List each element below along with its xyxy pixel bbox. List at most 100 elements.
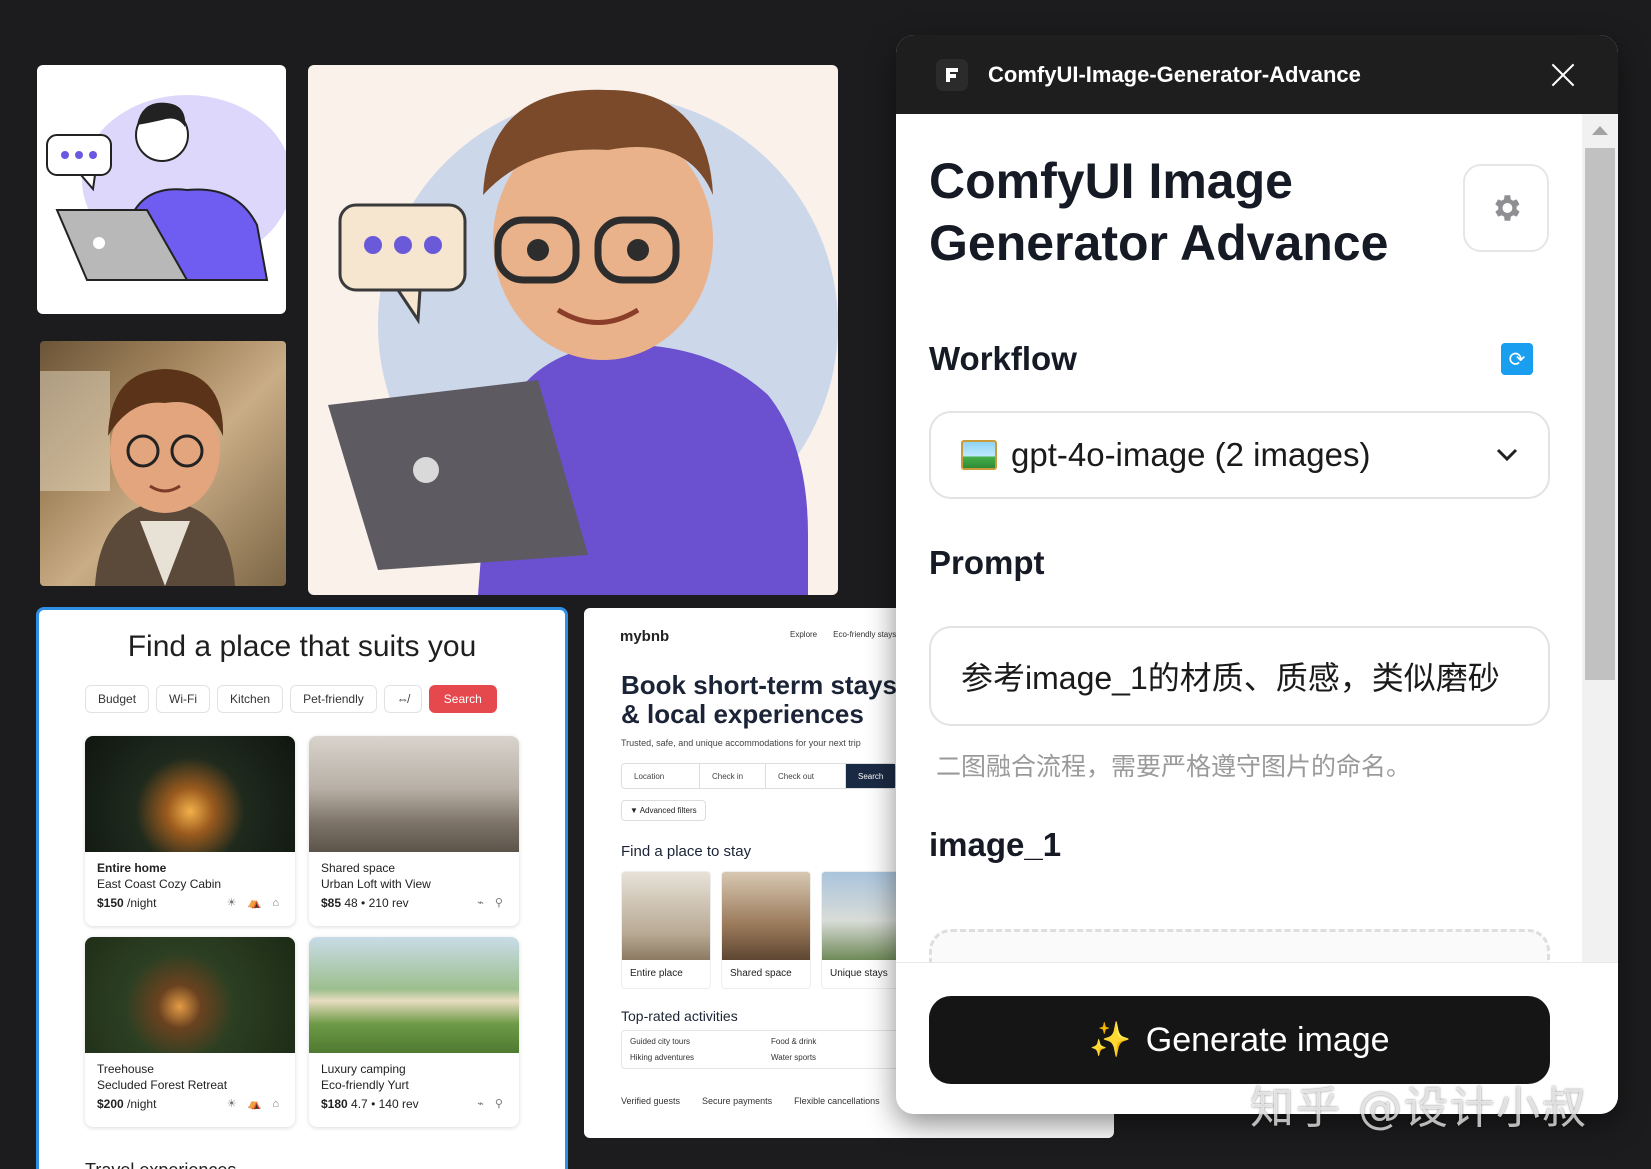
scroll-thumb[interactable] xyxy=(1585,148,1615,680)
chip-wifi[interactable]: Wi-Fi xyxy=(156,685,211,713)
listing-type: Luxury camping xyxy=(321,1062,406,1076)
listing-price: $85 xyxy=(321,896,342,910)
mybnb-headline: Book short-term stays & local experience… xyxy=(621,670,897,729)
image1-dropzone[interactable] xyxy=(929,929,1550,962)
advanced-filters-button[interactable]: ▼ Advanced filters xyxy=(621,800,706,821)
listing-name: East Coast Cozy Cabin xyxy=(97,877,222,891)
illustration-photo-thumbnail xyxy=(40,341,286,586)
trust-verified: Verified guests xyxy=(621,1096,681,1106)
mybnb-nav: Explore Eco-friendly stays xyxy=(790,630,896,639)
panel-header: ComfyUI-Image-Generator-Advance xyxy=(896,35,1618,114)
prompt-input[interactable]: 参考image_1的材质、质感，类似磨砂 xyxy=(929,626,1550,726)
prompt-hint: 二图融合流程，需要严格遵守图片的命名。 xyxy=(936,753,1412,781)
find-place-title: Find a place that suits you xyxy=(127,630,477,663)
listing-image xyxy=(85,736,295,852)
listing-price: $150 xyxy=(97,896,124,910)
find-search-button[interactable]: Search xyxy=(428,685,497,713)
listing-price: $200 xyxy=(97,1097,124,1111)
chip-kitchen[interactable]: Kitchen xyxy=(217,685,284,713)
close-icon[interactable] xyxy=(1548,60,1578,90)
panel-body: ComfyUI Image Generator Advance Workflow… xyxy=(896,114,1582,962)
illustration-3d-hero xyxy=(308,65,838,595)
comfyui-logo-icon xyxy=(936,58,968,91)
listing-unit: /night xyxy=(127,1097,157,1111)
mybnb-logo: mybnb xyxy=(620,628,670,645)
travel-experiences-heading: Travel experiences xyxy=(85,1160,236,1169)
listing-image xyxy=(309,736,519,852)
scroll-up-arrow-icon[interactable] xyxy=(1592,126,1608,135)
chip-swap-icon[interactable]: ⇎ xyxy=(383,685,422,713)
check-out-field[interactable]: Check out xyxy=(766,764,846,788)
category-card[interactable]: Entire place xyxy=(621,871,711,989)
filter-chips: Budget Wi-Fi Kitchen Pet-friendly ⇎ Sear… xyxy=(85,685,497,713)
workflow-label: Workflow xyxy=(929,340,1077,377)
page-title: ComfyUI Image Generator Advance xyxy=(929,153,1389,271)
comfyui-panel: ComfyUI-Image-Generator-Advance ComfyUI … xyxy=(896,35,1618,1114)
listing-amenities: ☀ ⛺ ⌂ xyxy=(226,1098,283,1110)
listing-card[interactable]: Entire home East Coast Cozy Cabin $150 /… xyxy=(85,736,295,926)
listing-name: Eco-friendly Yurt xyxy=(321,1078,409,1092)
activities-list: Guided city tours Food & drink Hiking ad… xyxy=(621,1030,911,1069)
generate-image-button[interactable]: ✨ Generate image xyxy=(929,996,1550,1084)
hero-illustration xyxy=(328,89,838,595)
activity-item[interactable]: Guided city tours xyxy=(630,1037,761,1046)
nav-eco-stays[interactable]: Eco-friendly stays xyxy=(833,630,896,639)
gear-icon xyxy=(1495,195,1520,221)
flat-illustration xyxy=(46,95,286,281)
workflow-select[interactable]: gpt-4o-image (2 images) xyxy=(929,411,1550,499)
listing-name: Secluded Forest Retreat xyxy=(97,1078,228,1092)
activity-item[interactable]: Water sports xyxy=(771,1053,902,1062)
trust-badges: Verified guests Secure payments Flexible… xyxy=(621,1096,880,1106)
listing-type: Shared space xyxy=(321,861,396,875)
find-place-card: Find a place that suits you Budget Wi-Fi… xyxy=(36,607,568,1169)
nav-explore[interactable]: Explore xyxy=(790,630,817,639)
category-image xyxy=(722,872,810,960)
chip-pet-friendly[interactable]: Pet-friendly xyxy=(290,685,377,713)
photo-illustration xyxy=(40,369,235,586)
watermark: 知乎 @设计小叔 xyxy=(1250,1083,1588,1134)
settings-button[interactable] xyxy=(1463,164,1549,252)
listing-card[interactable]: Treehouse Secluded Forest Retreat $200 /… xyxy=(85,937,295,1127)
activities-heading: Top-rated activities xyxy=(621,1008,738,1024)
refresh-icon[interactable]: ⟳ xyxy=(1501,343,1533,375)
framed-picture-icon xyxy=(961,440,997,470)
chevron-down-icon xyxy=(1496,448,1518,462)
mybnb-subtitle: Trusted, safe, and unique accommodations… xyxy=(621,738,861,748)
sparkles-icon: ✨ xyxy=(1089,1021,1132,1059)
listing-type: Entire home xyxy=(97,861,167,875)
listing-price: $180 xyxy=(321,1097,348,1111)
listing-type: Treehouse xyxy=(97,1062,154,1076)
listing-amenities: ☀ ⛺ ⌂ xyxy=(226,897,283,909)
activity-item[interactable]: Food & drink xyxy=(771,1037,902,1046)
category-image xyxy=(622,872,710,960)
chip-budget[interactable]: Budget xyxy=(85,685,150,713)
activity-item[interactable]: Hiking adventures xyxy=(630,1053,761,1062)
location-field[interactable]: Location xyxy=(622,764,700,788)
image1-label: image_1 xyxy=(929,826,1062,863)
check-in-field[interactable]: Check in xyxy=(700,764,766,788)
trust-payments: Secure payments xyxy=(702,1096,773,1106)
find-stay-heading: Find a place to stay xyxy=(621,843,752,860)
listing-meta: 48 • 210 rev xyxy=(344,896,409,910)
category-label: Shared space xyxy=(730,968,792,979)
generate-image-label: Generate image xyxy=(1145,1020,1390,1059)
scrollbar[interactable] xyxy=(1582,114,1618,962)
app-title: ComfyUI-Image-Generator-Advance xyxy=(988,61,1361,87)
listing-image xyxy=(85,937,295,1053)
listing-image xyxy=(309,937,519,1053)
listing-card[interactable]: Luxury camping Eco-friendly Yurt $180 4.… xyxy=(309,937,519,1127)
category-card[interactable]: Shared space xyxy=(721,871,811,989)
listing-name: Urban Loft with View xyxy=(321,877,431,891)
listing-amenities: ⌁ ⚲ xyxy=(477,1098,507,1110)
listing-unit: /night xyxy=(127,896,157,910)
listing-meta: 4.7 • 140 rev xyxy=(351,1097,419,1111)
trust-cancellations: Flexible cancellations xyxy=(794,1096,880,1106)
prompt-label: Prompt xyxy=(929,544,1045,581)
listing-card[interactable]: Shared space Urban Loft with View $85 48… xyxy=(309,736,519,926)
listing-amenities: ⌁ ⚲ xyxy=(477,897,507,909)
illustration-flat-thumbnail xyxy=(37,65,286,314)
mybnb-search-button[interactable]: Search xyxy=(846,764,896,788)
workflow-select-value: gpt-4o-image (2 images) xyxy=(1011,436,1371,473)
category-label: Entire place xyxy=(630,968,683,979)
mybnb-search-bar: Location Check in Check out Search xyxy=(621,763,897,789)
